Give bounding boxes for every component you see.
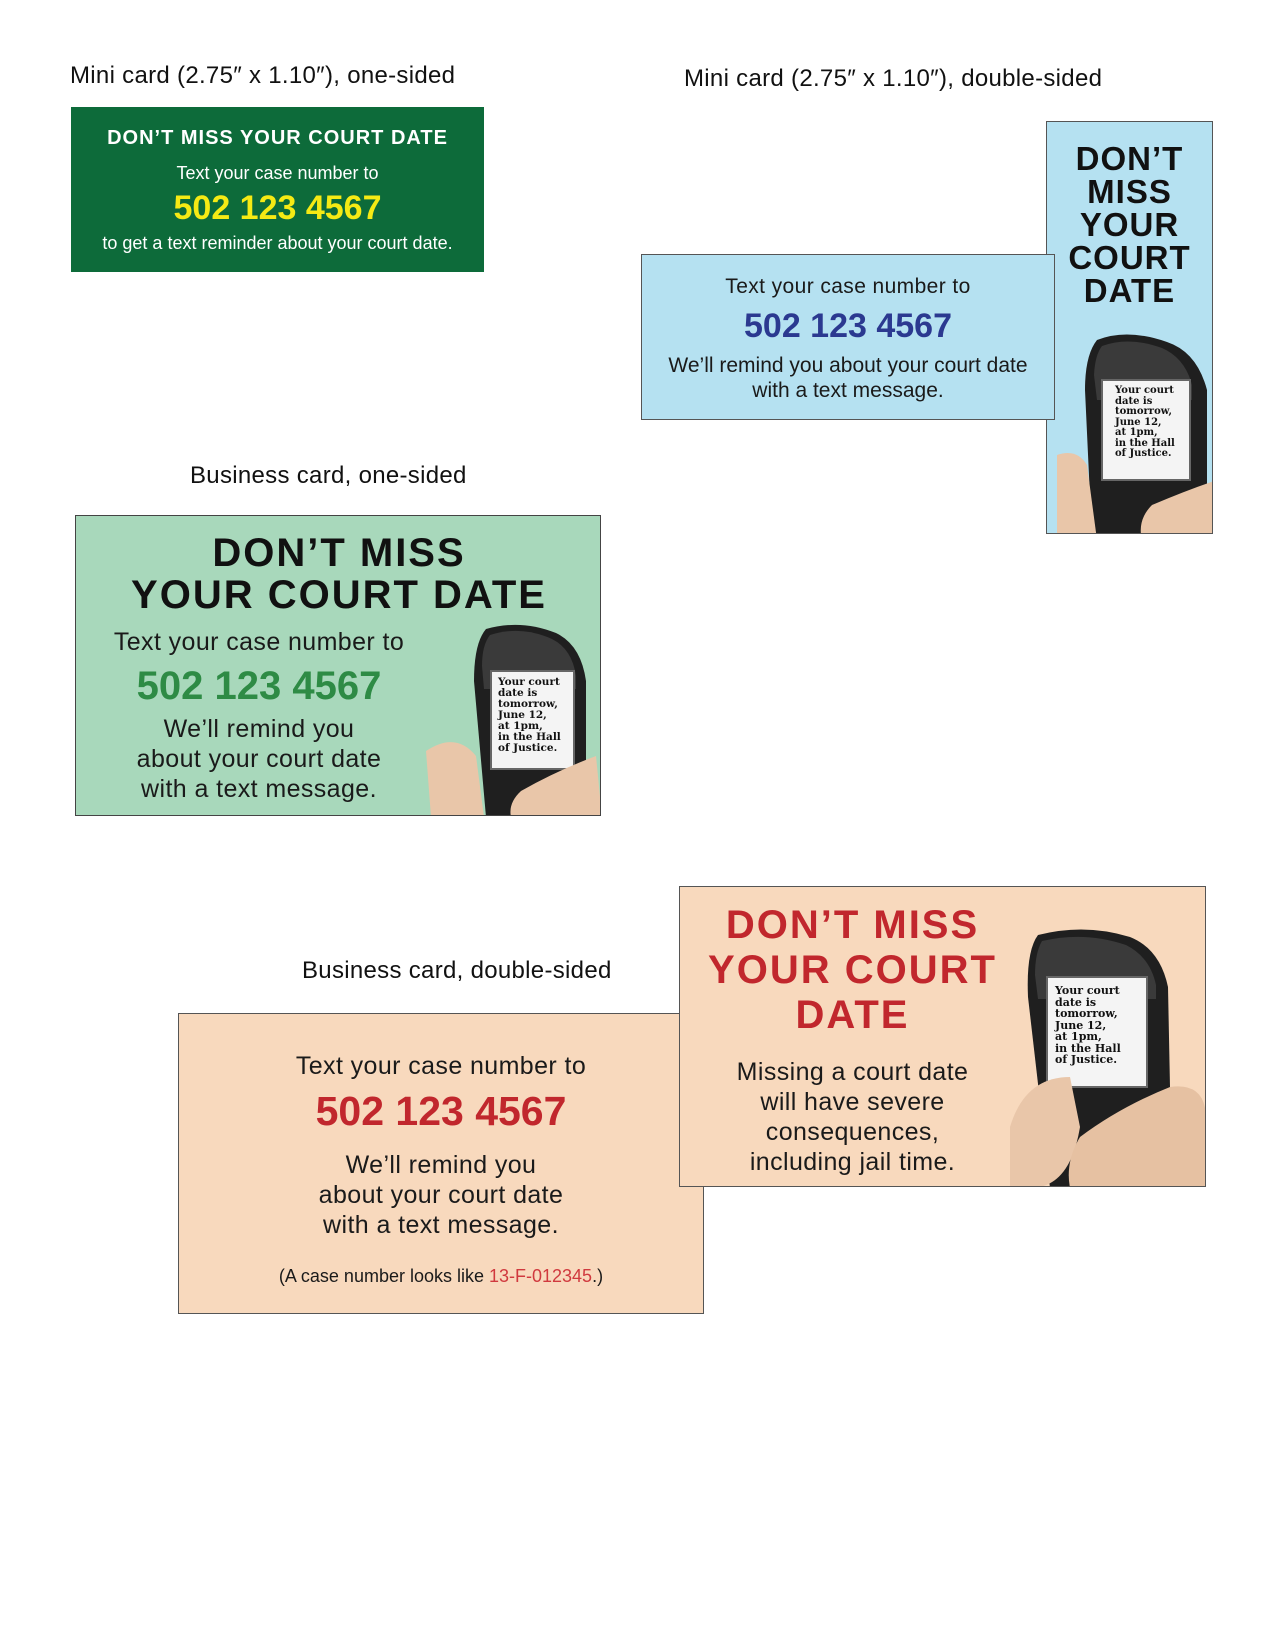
caption-mini-one-sided: Mini card (2.75″ x 1.10″), one-sided <box>70 62 456 89</box>
phone-in-hand-icon: Your court date is tomorrow, June 12, at 1pm… <box>1057 330 1212 533</box>
card-headline: DON’T MISS YOUR COURT DATE <box>107 127 448 149</box>
caption-business-double-sided: Business card, double-sided <box>302 957 612 984</box>
case-number-example: (A case number looks like 13-F-012345.) <box>278 1266 604 1286</box>
business-card-double-sided-back: Text your case number to 502 123 4567 We… <box>178 1013 704 1314</box>
card-instruction: Text your case number to <box>295 1052 587 1080</box>
phone-screen-message: Your court date is tomorrow, June 12, at 1pm… <box>498 676 561 755</box>
phone-screen-message: Your court date is tomorrow, June 12, at 1pm… <box>1055 984 1121 1067</box>
card-phone-number: 502 123 4567 <box>173 189 382 227</box>
card-reminder-text: We’ll remind you about your court date w… <box>318 1151 564 1239</box>
card-headline: DON’T MISS YOUR COURT DATE <box>1068 140 1191 309</box>
card-reminder-text: We’ll remind you about your court date w… <box>136 715 382 803</box>
card-warning-text: Missing a court date will have severe co… <box>736 1058 969 1176</box>
mini-card-one-sided: DON’T MISS YOUR COURT DATE Text your cas… <box>71 107 484 272</box>
card-instruction: Text your case number to <box>113 628 405 656</box>
example-case-number: 13-F-012345 <box>489 1266 593 1286</box>
phone-screen-message: Your court date is tomorrow, June 12, at 1pm… <box>1115 385 1175 459</box>
card-instruction: Text your case number to <box>176 163 379 183</box>
business-card-one-sided: DON’T MISS YOUR COURT DATE Text your cas… <box>75 515 601 816</box>
card-reminder-text: to get a text reminder about your court … <box>102 233 453 253</box>
mini-card-double-sided-front: DON’T MISS YOUR COURT DATE Your court dat… <box>1046 121 1213 534</box>
card-headline: DON’T MISS YOUR COURT DATE <box>131 531 547 617</box>
card-phone-number: 502 123 4567 <box>744 307 952 345</box>
card-instruction: Text your case number to <box>725 275 971 298</box>
phone-in-hand-icon: Your court date is tomorrow, June 12, at 1pm… <box>1010 927 1205 1186</box>
caption-business-one-sided: Business card, one-sided <box>190 462 467 489</box>
phone-in-hand-icon: Your court date is tomorrow, June 12, at 1pm… <box>426 621 600 815</box>
card-phone-number: 502 123 4567 <box>136 664 382 708</box>
caption-mini-double-sided: Mini card (2.75″ x 1.10″), double-sided <box>684 65 1103 92</box>
card-phone-number: 502 123 4567 <box>315 1088 567 1134</box>
business-card-double-sided-front: DON’T MISS YOUR COURT DATE Missing a cou… <box>679 886 1206 1187</box>
mini-card-double-sided-back: Text your case number to 502 123 4567 We… <box>641 254 1055 420</box>
card-reminder-text: We’ll remind you about your court date w… <box>668 354 1028 402</box>
card-headline: DON’T MISS YOUR COURT DATE <box>708 903 997 1037</box>
